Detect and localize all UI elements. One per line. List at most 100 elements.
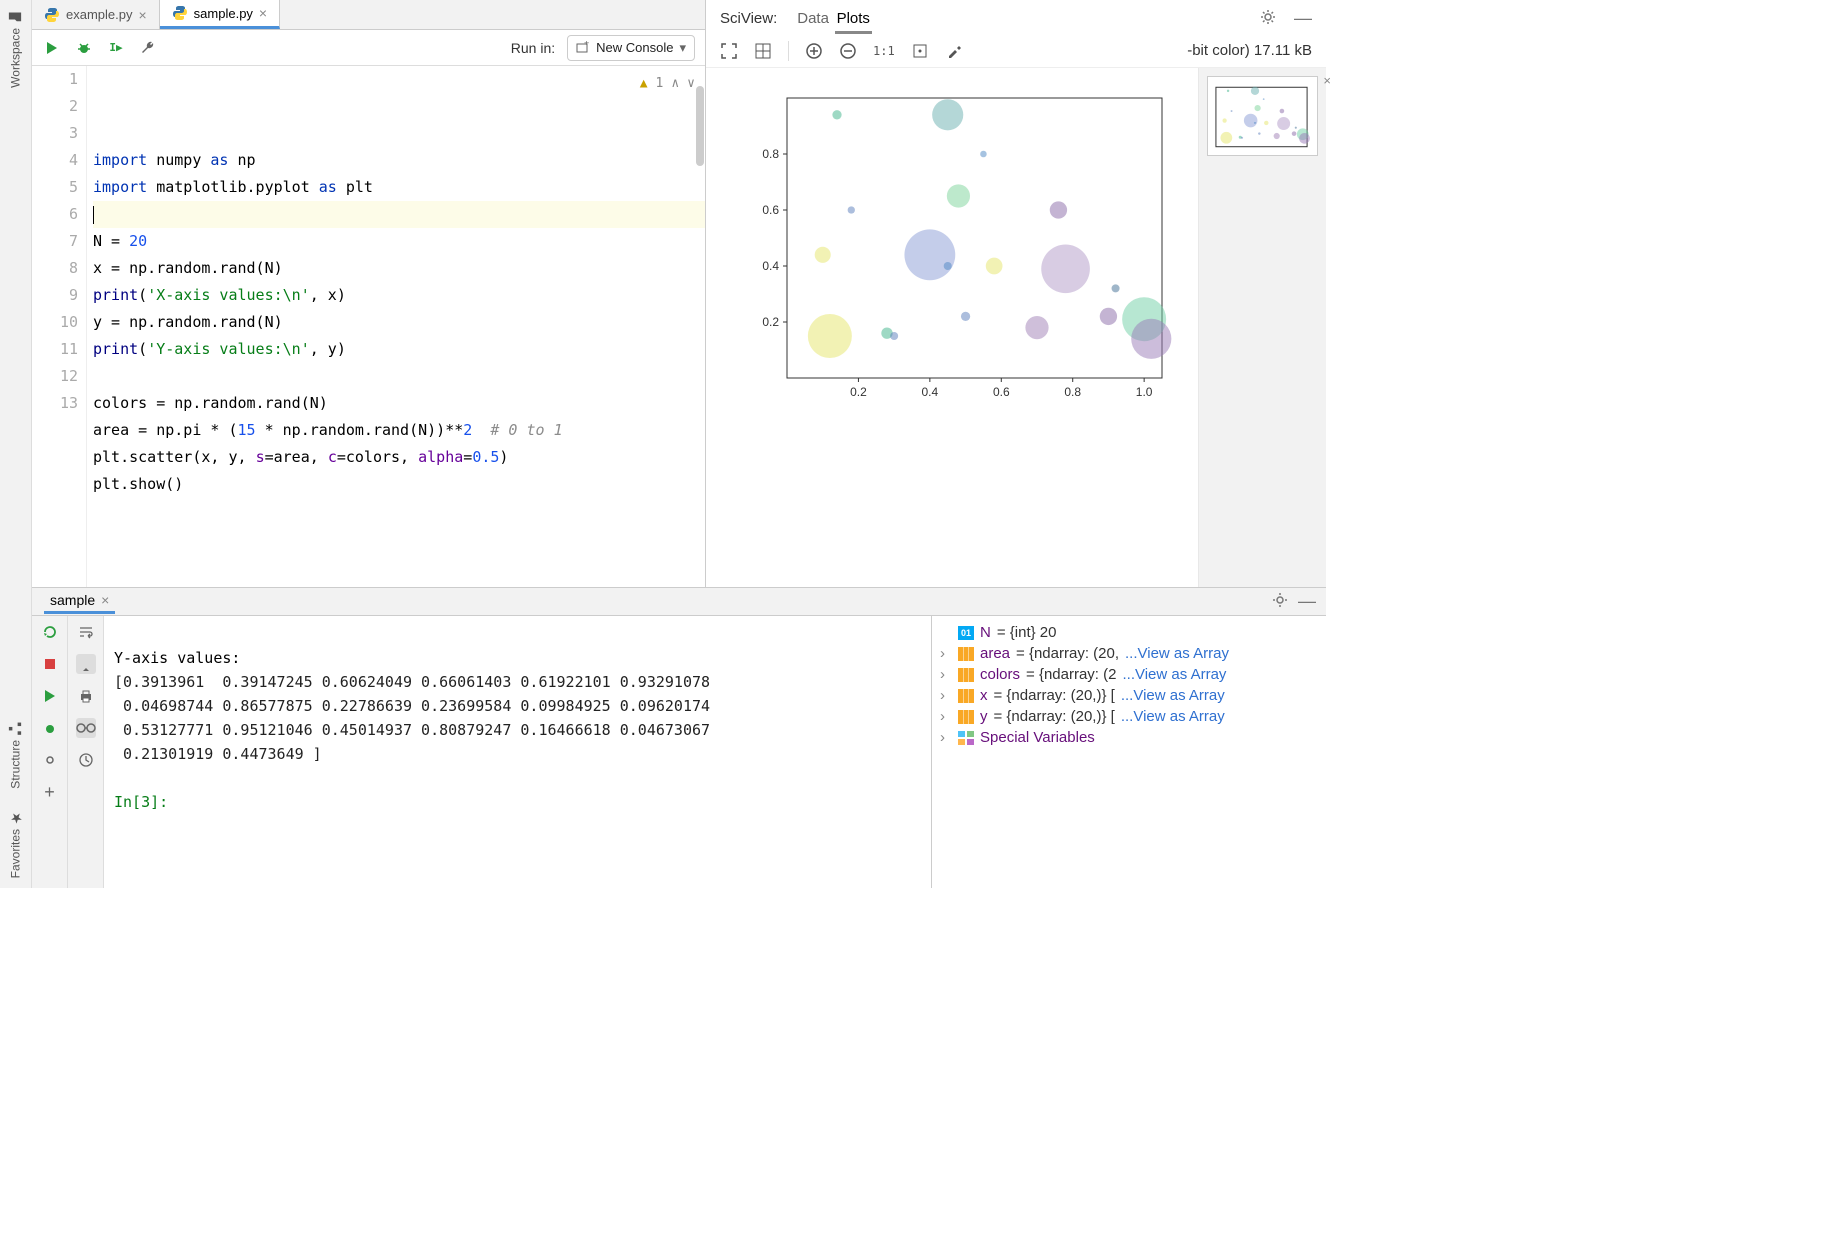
inspection-next-icon[interactable]: ∨ <box>687 70 695 97</box>
zoom-in-button[interactable] <box>805 42 823 60</box>
variable-row[interactable]: ›colors = {ndarray: (2...View as Array <box>936 664 1322 685</box>
expand-icon[interactable]: › <box>940 687 952 704</box>
inspection-prev-icon[interactable]: ∧ <box>671 70 679 97</box>
code-line[interactable]: colors = np.random.rand(N) <box>93 390 705 417</box>
play-icon <box>43 689 57 703</box>
file-tab-sample-py[interactable]: sample.py × <box>160 0 280 29</box>
run-button[interactable] <box>42 38 62 58</box>
bug-icon <box>42 720 58 736</box>
scatter-plot: 0.20.40.60.81.00.20.40.60.8 <box>732 88 1172 408</box>
expand-icon[interactable]: › <box>940 645 952 662</box>
more-settings-button[interactable] <box>40 750 60 770</box>
sciview-tab-plots[interactable]: Plots <box>835 6 872 34</box>
color-picker-button[interactable] <box>945 42 963 60</box>
plot-area[interactable]: 0.20.40.60.81.00.20.40.60.8 <box>706 68 1198 587</box>
sciview-tab-data[interactable]: Data <box>795 6 831 34</box>
svg-text:0.6: 0.6 <box>762 203 779 217</box>
workspace-tab[interactable]: Workspace <box>0 0 31 98</box>
sciview-minimize-button[interactable]: — <box>1294 8 1312 29</box>
zoom-out-button[interactable] <box>839 42 857 60</box>
soft-wrap-button[interactable] <box>76 622 96 642</box>
view-as-array-link[interactable]: ...View as Array <box>1121 708 1225 725</box>
close-icon[interactable]: × <box>101 593 109 607</box>
file-tab-example-py[interactable]: example.py× <box>32 0 160 29</box>
history-button[interactable] <box>76 750 96 770</box>
line-number: 13 <box>32 390 78 417</box>
stop-button[interactable] <box>40 654 60 674</box>
code-line[interactable]: plt.scatter(x, y, s=area, c=colors, alph… <box>93 444 705 471</box>
python-file-icon <box>172 5 188 21</box>
resume-button[interactable] <box>40 686 60 706</box>
code-line[interactable]: x = np.random.rand(N) <box>93 255 705 282</box>
zoom-actual-button[interactable]: 1:1 <box>873 42 895 60</box>
ndarray-icon <box>958 710 974 724</box>
line-number: 1 <box>32 66 78 93</box>
glasses-icon <box>76 721 96 735</box>
code-line[interactable] <box>93 363 705 390</box>
code-area[interactable]: ▲ 1 ∧ ∨ import numpy as npimport matplot… <box>87 66 705 587</box>
star-icon: ★ <box>8 809 24 825</box>
restore-button[interactable] <box>911 42 929 60</box>
variable-row[interactable]: ›area = {ndarray: (20,...View as Array <box>936 643 1322 664</box>
show-vars-button[interactable] <box>76 718 96 738</box>
close-icon[interactable]: × <box>259 6 267 20</box>
print-icon <box>78 688 94 704</box>
code-line[interactable]: print('Y-axis values:\n', y) <box>93 336 705 363</box>
code-line[interactable]: area = np.pi * (15 * np.random.rand(N))*… <box>93 417 705 444</box>
stop-icon <box>43 657 57 671</box>
settings-button[interactable] <box>138 38 158 58</box>
view-as-array-link[interactable]: ...View as Array <box>1125 645 1229 662</box>
variable-row[interactable]: ›Special Variables <box>936 727 1322 748</box>
output-line-4: 0.21301919 0.4473649 ] <box>114 745 322 763</box>
view-as-array-link[interactable]: ...View as Array <box>1122 666 1226 683</box>
add-button[interactable]: + <box>40 782 60 802</box>
grid-button[interactable] <box>754 42 772 60</box>
file-tab-label: sample.py <box>194 6 253 21</box>
line-number: 11 <box>32 336 78 363</box>
code-scrollbar[interactable] <box>695 66 705 587</box>
run-target-select[interactable]: + New Console ▾ <box>567 35 695 61</box>
inspection-widget[interactable]: ▲ 1 ∧ ∨ <box>640 70 695 97</box>
expand-icon[interactable]: › <box>940 708 952 725</box>
code-line[interactable]: N = 20 <box>93 228 705 255</box>
code-line[interactable]: import matplotlib.pyplot as plt <box>93 174 705 201</box>
image-info-label: -bit color) 17.11 kB <box>1187 42 1312 59</box>
favorites-tab[interactable]: Favorites ★ <box>0 799 31 888</box>
sciview-settings-button[interactable] <box>1260 9 1276 28</box>
fit-button[interactable] <box>720 42 738 60</box>
debug-button[interactable] <box>74 38 94 58</box>
variable-row[interactable]: 01N = {int} 20 <box>936 622 1322 643</box>
run-tab-sample[interactable]: sample × <box>44 589 115 614</box>
code-line[interactable]: import numpy as np <box>93 147 705 174</box>
close-icon[interactable]: × <box>138 8 146 22</box>
print-button[interactable] <box>76 686 96 706</box>
structure-tab[interactable]: Structure <box>0 712 31 799</box>
debug-button-2[interactable] <box>40 718 60 738</box>
run-settings-button[interactable] <box>1272 592 1288 611</box>
toolwindow-gutter: Workspace Structure Favorites ★ <box>0 0 32 888</box>
code-line[interactable]: y = np.random.rand(N) <box>93 309 705 336</box>
expand-icon[interactable]: › <box>940 729 952 746</box>
expand-icon[interactable]: › <box>940 666 952 683</box>
scrollbar-thumb[interactable] <box>696 86 704 166</box>
variable-row[interactable]: ›y = {ndarray: (20,)} [...View as Array <box>936 706 1322 727</box>
view-as-array-link[interactable]: ...View as Array <box>1121 687 1225 704</box>
console-output[interactable]: Y-axis values: [0.3913961 0.39147245 0.6… <box>104 616 931 888</box>
ndarray-icon <box>958 689 974 703</box>
run-minimize-button[interactable]: — <box>1298 591 1316 612</box>
scroll-end-button[interactable] <box>76 654 96 674</box>
line-number: 4 <box>32 147 78 174</box>
plot-thumbnail[interactable]: × <box>1207 76 1318 156</box>
code-line[interactable]: print('X-axis values:\n', x) <box>93 282 705 309</box>
rerun-button[interactable] <box>40 622 60 642</box>
variable-row[interactable]: ›x = {ndarray: (20,)} [...View as Array <box>936 685 1322 706</box>
variables-pane[interactable]: 01N = {int} 20›area = {ndarray: (20,...V… <box>931 616 1326 888</box>
code-line[interactable] <box>93 201 705 228</box>
editor-pane: example.py×sample.py× I▶ Run in: + New C… <box>32 0 706 587</box>
variable-value: = {int} 20 <box>997 624 1057 641</box>
code-line[interactable]: plt.show() <box>93 471 705 498</box>
ndarray-icon <box>958 647 974 661</box>
thumbnail-close-button[interactable]: × <box>1323 73 1331 88</box>
run-cursor-button[interactable]: I▶ <box>106 38 126 58</box>
editor-body[interactable]: 12345678910111213 ▲ 1 ∧ ∨ import numpy a… <box>32 66 705 587</box>
